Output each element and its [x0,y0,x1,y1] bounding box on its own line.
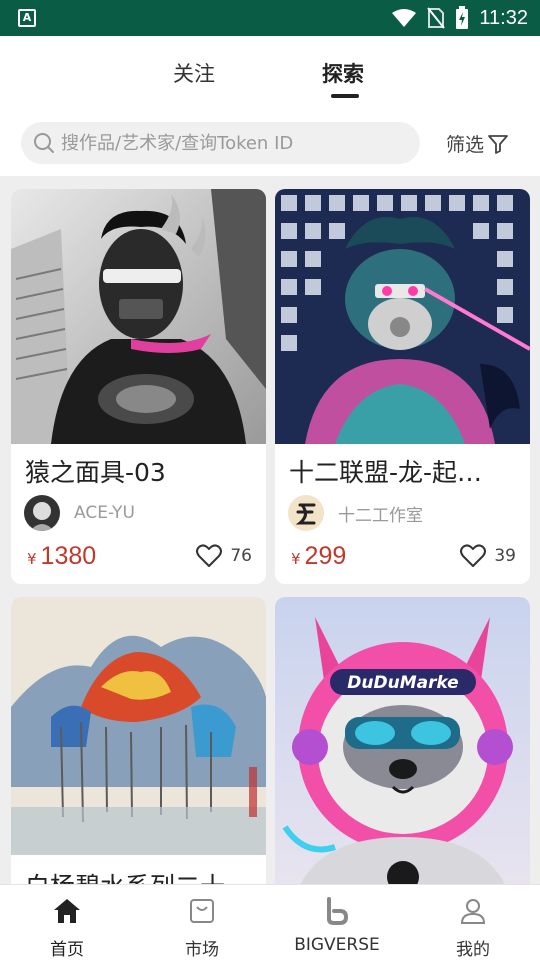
like-button[interactable]: 76 [196,544,252,568]
bag-icon [190,899,214,923]
nav-home[interactable]: 首页 [17,897,117,960]
user-icon [460,899,486,924]
status-bar: A 11:32 [0,0,540,36]
artist-name: 十二工作室 [338,505,423,526]
notification-app-icon: A [18,9,36,27]
artwork-title: 十二联盟-龙-起… [289,458,483,487]
artwork-image[interactable] [275,189,530,444]
avatar[interactable] [24,495,60,531]
bigverse-icon [327,897,349,925]
artwork-title: 白杨碧水系列二十 [25,867,253,884]
filter-button[interactable]: 筛选 [446,130,508,157]
artwork-card[interactable]: 十二联盟-龙-起… 十二工作室 ¥ 299 39 [275,189,530,584]
wifi-icon [392,9,417,27]
visor-text: DuDuMarke [347,673,458,693]
artist-row[interactable]: 十二工作室 [288,495,423,531]
avatar[interactable] [288,495,324,531]
nav-label: 首页 [50,940,84,960]
no-sim-icon [427,7,446,29]
like-count: 76 [230,546,252,566]
nav-label: BIGVERSE [294,935,380,955]
search-box[interactable] [21,122,420,164]
filter-label: 筛选 [446,134,485,156]
artwork-image[interactable]: DuDuMarke [275,597,530,884]
nav-profile[interactable]: 我的 [423,897,523,960]
clock: 11:32 [479,6,528,29]
nav-market[interactable]: 市场 [152,897,252,960]
search-input[interactable] [61,122,401,164]
price: ¥ 1380 [27,542,96,571]
tab-follow[interactable]: 关注 [173,58,215,88]
top-tabs: 关注 探索 [0,36,540,106]
artist-row[interactable]: ACE-YU [24,495,135,531]
currency-symbol: ¥ [291,550,301,568]
artwork-card[interactable]: 白杨碧水系列二十 [11,597,266,884]
home-icon [54,899,80,923]
like-button[interactable]: 39 [460,544,516,568]
heart-icon [196,544,223,567]
tab-explore[interactable]: 探索 [322,58,364,88]
price: ¥ 299 [291,542,346,571]
price-value: 299 [304,542,347,570]
bottom-nav: 首页 市场 BIGVERSE 我的 [0,884,540,960]
artwork-card[interactable]: DuDuMarke [275,597,530,884]
active-tab-indicator [331,94,359,98]
like-count: 39 [494,546,516,566]
battery-charging-icon [456,6,469,29]
artwork-image[interactable] [11,597,266,855]
status-icons: 11:32 [391,0,528,36]
currency-symbol: ¥ [27,550,37,568]
artwork-card[interactable]: 猿之面具-03 ACE-YU ¥ 1380 76 [11,189,266,584]
artist-name: ACE-YU [74,503,135,523]
nav-label: 市场 [185,940,219,960]
heart-icon [460,544,487,567]
artwork-image[interactable] [11,189,266,444]
search-icon [34,133,54,153]
nav-label: 我的 [456,940,490,960]
search-row: 筛选 [0,106,540,176]
nav-bigverse[interactable]: BIGVERSE [287,897,387,955]
artwork-title: 猿之面具-03 [25,458,166,487]
funnel-icon [488,134,508,154]
price-value: 1380 [40,542,97,570]
artwork-grid: 猿之面具-03 ACE-YU ¥ 1380 76 十二联盟-龙-起… 十二工作室… [0,176,540,884]
